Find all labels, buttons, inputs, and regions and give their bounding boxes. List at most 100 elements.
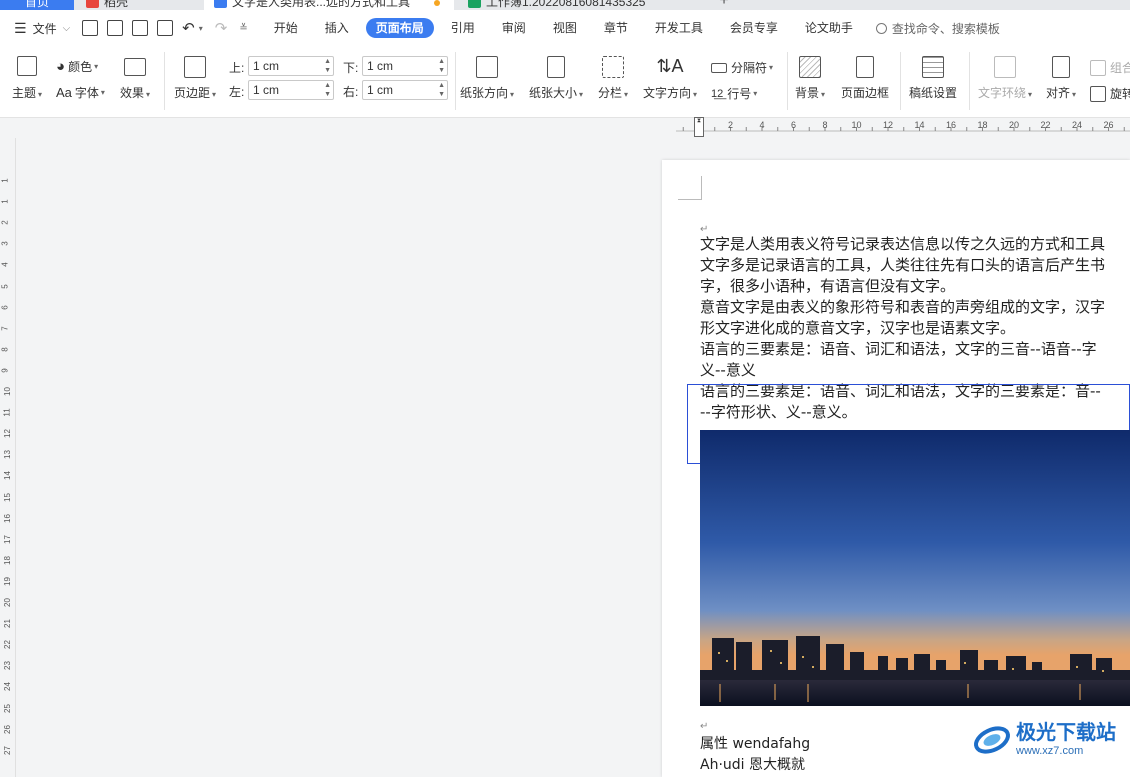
align-button[interactable]: 对齐 ▾ xyxy=(1046,56,1076,101)
top-margin-input[interactable]: 1 cm ▲ ▼ xyxy=(248,56,334,76)
ruler-tick-label: 14 xyxy=(2,471,12,481)
align-label: 对齐 xyxy=(1046,86,1071,100)
new-tab-button[interactable]: + xyxy=(714,0,734,10)
tab-insert[interactable]: 插入 xyxy=(315,18,359,38)
document-line[interactable]: Ah·udi 恩大概就 xyxy=(700,755,805,776)
group-icon xyxy=(1090,59,1106,76)
tab-document[interactable]: 文字是人类用表...远的方式和工具 xyxy=(204,0,454,10)
quick-access-toolbar: ↶ ▾ ↷ ≚ xyxy=(82,18,264,38)
paper-size-button[interactable]: 纸张大小 ▾ xyxy=(529,56,583,101)
bottom-margin-label: 下: xyxy=(343,61,359,75)
export-pdf-icon[interactable] xyxy=(107,20,124,36)
tab-page-layout[interactable]: 页面布局 xyxy=(365,18,434,38)
spinner-icon[interactable]: ▲ ▼ xyxy=(324,57,331,75)
spinner-icon[interactable]: ▲ ▼ xyxy=(438,81,445,99)
rotate-icon xyxy=(1090,85,1106,102)
divider xyxy=(164,52,165,110)
group-button[interactable]: 组合 xyxy=(1090,59,1130,76)
caret-icon: ▾ xyxy=(693,90,698,99)
ruler-tick-label: 20 xyxy=(1009,120,1019,130)
line-number-label: 行号 xyxy=(727,87,752,101)
save-icon[interactable] xyxy=(82,20,99,36)
text-wrap-button[interactable]: 文字环绕 ▾ xyxy=(978,56,1032,101)
ruler-tick-label: 11 xyxy=(2,408,12,417)
rotate-label: 旋转 xyxy=(1110,87,1130,101)
undo-icon[interactable]: ↶ xyxy=(182,19,195,37)
ruler-tick-label: 19 xyxy=(2,576,12,586)
redo-icon[interactable]: ↷ xyxy=(215,19,228,37)
ruler-tick-label: 5 xyxy=(0,283,10,289)
tab-start[interactable]: 开始 xyxy=(264,18,308,38)
print-preview-icon[interactable] xyxy=(157,20,174,36)
print-icon[interactable] xyxy=(132,20,149,36)
manuscript-button[interactable]: 稿纸设置 xyxy=(909,56,957,101)
ruler-tick-label: 24 xyxy=(1072,120,1082,130)
ruler-tick-label: 7 xyxy=(0,325,10,331)
font-button[interactable]: Aa 字体 ▾ xyxy=(56,84,105,101)
tab-references[interactable]: 引用 xyxy=(441,18,485,38)
page-border-button[interactable]: 页面边框 xyxy=(841,56,889,101)
tab-member[interactable]: 会员专享 xyxy=(720,18,788,38)
orientation-button[interactable]: 纸张方向 ▾ xyxy=(460,56,514,101)
orientation-icon xyxy=(476,56,499,78)
tab-workbook[interactable]: 工作簿1.20220816081435325 xyxy=(458,0,708,10)
undo-dropdown-icon[interactable]: ▾ xyxy=(199,24,203,33)
command-search[interactable]: 查找命令、搜索模板 xyxy=(875,20,1000,37)
ruler-tick-label: 4 xyxy=(0,262,10,268)
separator-button[interactable]: 分隔符 ▾ xyxy=(711,59,773,76)
text-wrap-icon xyxy=(994,56,1017,78)
spinner-icon[interactable]: ▲ ▼ xyxy=(438,57,445,75)
spinner-icon[interactable]: ▲ ▼ xyxy=(324,81,331,99)
document-line[interactable]: 义--意义 xyxy=(700,360,756,381)
right-margin-value: 1 cm xyxy=(367,83,394,97)
theme-button[interactable]: 主题 ▾ xyxy=(12,56,42,101)
file-menu[interactable]: ☰ 文件 ⌵ xyxy=(14,18,70,38)
document-line[interactable]: 语言的三要素是：语音、词汇和语法，文字的三音--语音--字 xyxy=(700,339,1097,360)
right-margin-input[interactable]: 1 cm ▲ ▼ xyxy=(362,80,448,100)
columns-button[interactable]: 分栏 ▾ xyxy=(598,56,628,101)
unsaved-dot-icon xyxy=(434,0,440,6)
caret-icon: ▾ xyxy=(1072,90,1077,99)
align-icon xyxy=(1052,56,1071,78)
tab-chapter[interactable]: 章节 xyxy=(594,18,638,38)
document-line[interactable]: 属性 wendafahg xyxy=(700,734,810,755)
indent-marker-icon[interactable]: ⧗ xyxy=(694,117,704,137)
ruler-tick-label: 1 xyxy=(0,178,10,183)
watermark-url: www.xz7.com xyxy=(1016,745,1084,757)
watermark-logo-icon xyxy=(974,726,1010,754)
rotate-button[interactable]: 旋转 xyxy=(1090,85,1130,102)
document-line[interactable]: 文字多是记录语言的工具，人类往往先有口头的语言后产生书 xyxy=(700,255,1105,276)
ruler-tick-label: 25 xyxy=(2,703,12,713)
line-number-button[interactable]: 1̲2̲ 行号 ▾ xyxy=(711,85,757,102)
document-line[interactable]: 文字是人类用表义符号记录表达信息以传之久远的方式和工具 xyxy=(700,234,1105,255)
orientation-label: 纸张方向 xyxy=(460,86,509,100)
margin-button[interactable]: 页边距 ▾ xyxy=(174,56,216,101)
effect-button[interactable]: 效果 ▾ xyxy=(120,58,150,101)
tab-review[interactable]: 审阅 xyxy=(492,18,536,38)
tab-docer[interactable]: 稻壳 xyxy=(78,0,198,10)
separator-icon xyxy=(711,62,727,73)
ruler-tick-label: 27 xyxy=(2,745,12,755)
bottom-margin-value: 1 cm xyxy=(367,59,394,73)
horizontal-ruler[interactable]: 2 4 6 8 10 12 14 16 18 20 22 24 26 ⧗ xyxy=(0,117,1130,138)
paper-size-icon xyxy=(547,56,566,78)
tab-home[interactable]: 首页 xyxy=(0,0,74,10)
document-line[interactable]: 意音文字是由表义的象形符号和表音的声旁组成的文字，汉字 xyxy=(700,297,1105,318)
background-button[interactable]: 背景 ▾ xyxy=(795,56,825,101)
night-skyline-image[interactable] xyxy=(700,430,1130,706)
menu-bar: ☰ 文件 ⌵ ↶ ▾ ↷ ≚ 开始 插入 页面布局 引用 审阅 视图 章节 开发… xyxy=(0,10,1130,46)
tab-view[interactable]: 视图 xyxy=(543,18,587,38)
left-margin-input[interactable]: 1 cm ▲ ▼ xyxy=(248,80,334,100)
color-button[interactable]: ◕ 颜色 ▾ xyxy=(56,58,98,75)
watermark-brand: 极光下载站 xyxy=(1016,722,1116,744)
customize-toolbar-icon[interactable]: ≚ xyxy=(239,23,247,34)
tab-developer[interactable]: 开发工具 xyxy=(645,18,713,38)
vertical-ruler[interactable]: 1 1 2 3 4 5 6 7 8 9 10 11 12 13 14 15 16 17 18 19 20 21 22 23 24… xyxy=(0,138,16,777)
document-line[interactable]: 字，很多小语种，有语言但没有文字。 xyxy=(700,276,955,297)
text-direction-button[interactable]: ⇅A 文字方向 ▾ xyxy=(643,56,697,101)
top-margin-value: 1 cm xyxy=(253,59,280,73)
bottom-margin-input[interactable]: 1 cm ▲ ▼ xyxy=(362,56,448,76)
document-line[interactable]: 形文字进化成的意音文字，汉字也是语素文字。 xyxy=(700,318,1015,339)
tab-paper-assistant[interactable]: 论文助手 xyxy=(795,18,863,38)
page-border-icon xyxy=(856,56,874,78)
